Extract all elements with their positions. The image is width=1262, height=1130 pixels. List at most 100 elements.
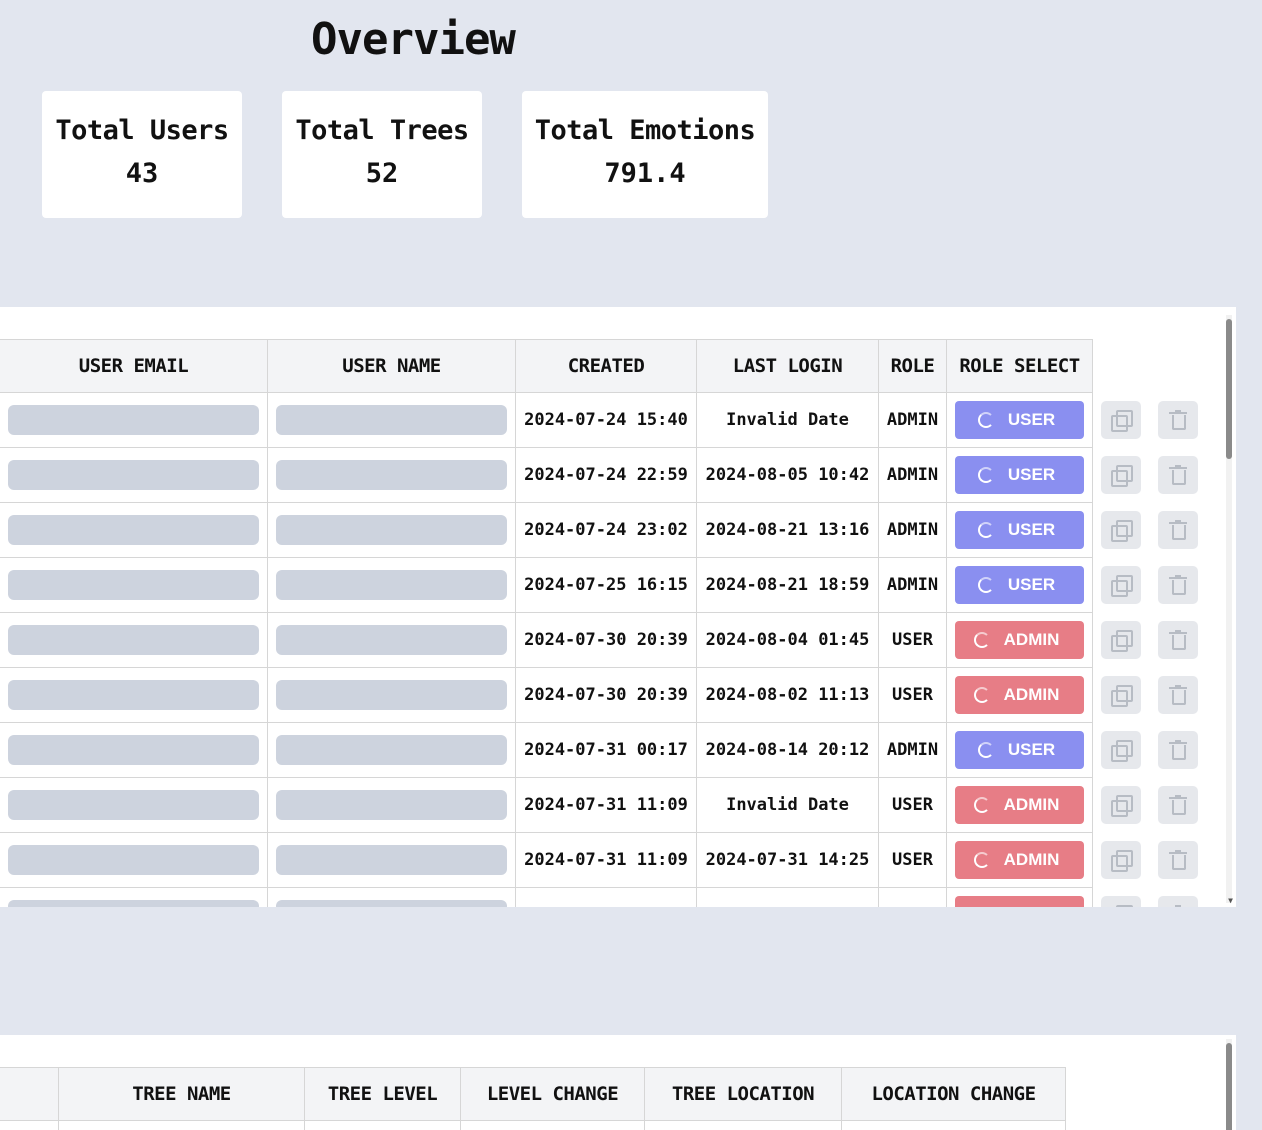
stat-value: 52 <box>365 158 399 189</box>
delete-button[interactable] <box>1157 621 1198 659</box>
column-tree-location[interactable]: TREE LOCATION <box>644 1067 842 1121</box>
user-name-cell <box>267 447 516 503</box>
role-select-button[interactable]: USER <box>955 456 1084 494</box>
redacted-email <box>8 515 259 545</box>
delete-button[interactable] <box>1157 786 1198 824</box>
delete-button[interactable] <box>1157 841 1198 879</box>
trash-icon <box>1168 795 1187 815</box>
column-created[interactable]: CREATED <box>515 339 697 393</box>
role-select-button[interactable] <box>955 896 1084 907</box>
copy-cell <box>1092 612 1150 668</box>
trees-scrollbar-thumb[interactable] <box>1226 1043 1232 1130</box>
user-email-cell <box>0 392 268 448</box>
role-cell: USER <box>878 777 947 833</box>
redacted-name <box>276 900 507 907</box>
column-role[interactable]: ROLE <box>878 339 947 393</box>
copy-icon <box>1111 905 1134 907</box>
column-actions-spacer <box>1149 339 1206 393</box>
copy-cell <box>1092 447 1150 503</box>
delete-cell <box>1149 722 1206 778</box>
created-cell: 2024-07-24 15:40 <box>515 392 697 448</box>
redacted-name <box>276 735 507 765</box>
created-cell: 2024-07-30 20:39 <box>515 612 697 668</box>
role-select-button[interactable]: USER <box>955 511 1084 549</box>
last-login-cell: 2024-08-04 01:45 <box>696 612 879 668</box>
user-email-cell <box>0 502 268 558</box>
copy-button[interactable] <box>1101 896 1142 907</box>
copy-button[interactable] <box>1101 786 1141 824</box>
table-cell <box>460 1120 645 1130</box>
users-table-panel: USER EMAIL USER NAME CREATED LAST LOGIN … <box>0 307 1236 907</box>
column-tree-name[interactable]: TREE NAME <box>58 1067 305 1121</box>
user-email-cell <box>0 887 268 907</box>
role-select-cell <box>946 887 1093 907</box>
last-login-cell: Invalid Date <box>696 777 879 833</box>
table-cell <box>841 1120 1066 1130</box>
delete-button[interactable] <box>1157 566 1198 604</box>
stat-card-total-emotions: Total Emotions 791.4 <box>522 91 768 218</box>
stat-value: 791.4 <box>604 158 686 189</box>
role-select-button[interactable]: ADMIN <box>955 786 1084 824</box>
column-level-change[interactable]: LEVEL CHANGE <box>460 1067 645 1121</box>
copy-button[interactable] <box>1101 401 1141 439</box>
refresh-icon <box>973 632 990 648</box>
last-login-cell <box>696 887 879 907</box>
role-select-button[interactable]: ADMIN <box>955 621 1084 659</box>
role-select-button[interactable]: ADMIN <box>955 676 1084 714</box>
copy-button[interactable] <box>1101 621 1141 659</box>
delete-cell <box>1149 667 1206 723</box>
user-email-cell <box>0 667 268 723</box>
redacted-name <box>276 845 507 875</box>
delete-button[interactable] <box>1157 456 1198 494</box>
column-select[interactable] <box>0 1067 59 1121</box>
delete-button[interactable] <box>1157 511 1198 549</box>
user-email-cell <box>0 777 268 833</box>
redacted-email <box>8 735 259 765</box>
role-select-cell: ADMIN <box>946 667 1093 723</box>
last-login-cell: 2024-08-21 13:16 <box>696 502 879 558</box>
role-cell <box>878 887 947 907</box>
delete-button[interactable] <box>1157 896 1198 907</box>
user-email-cell <box>0 447 268 503</box>
copy-button[interactable] <box>1101 841 1141 879</box>
copy-icon <box>1111 630 1133 652</box>
column-user-name[interactable]: USER NAME <box>267 339 516 393</box>
table-row: 2024-07-24 15:40 Invalid Date ADMIN USER <box>0 392 1206 448</box>
column-last-login[interactable]: LAST LOGIN <box>696 339 879 393</box>
delete-button[interactable] <box>1157 731 1198 769</box>
copy-button[interactable] <box>1101 456 1141 494</box>
copy-icon <box>1111 740 1133 762</box>
column-location-change[interactable]: LOCATION CHANGE <box>841 1067 1066 1121</box>
trash-icon <box>1168 740 1187 760</box>
role-select-button[interactable]: USER <box>955 731 1084 769</box>
role-select-button[interactable]: ADMIN <box>955 841 1084 879</box>
role-select-cell: USER <box>946 722 1093 778</box>
role-cell: USER <box>878 612 947 668</box>
column-user-email[interactable]: USER EMAIL <box>0 339 268 393</box>
delete-button[interactable] <box>1157 401 1198 439</box>
trash-icon <box>1168 850 1187 870</box>
user-name-cell <box>267 612 516 668</box>
table-cell <box>644 1120 842 1130</box>
copy-button[interactable] <box>1101 511 1141 549</box>
copy-cell <box>1092 887 1150 907</box>
copy-button[interactable] <box>1101 731 1141 769</box>
column-tree-level[interactable]: TREE LEVEL <box>304 1067 461 1121</box>
user-name-cell <box>267 887 516 907</box>
delete-cell <box>1149 392 1206 448</box>
role-select-cell: ADMIN <box>946 832 1093 888</box>
users-scrollbar-thumb[interactable] <box>1226 319 1232 459</box>
role-select-cell: USER <box>946 557 1093 613</box>
delete-button[interactable] <box>1157 676 1198 714</box>
column-role-select[interactable]: ROLE SELECT <box>946 339 1093 393</box>
table-row: 2024-07-30 20:39 2024-08-04 01:45 USER A… <box>0 612 1206 668</box>
table-cell <box>58 1120 305 1130</box>
refresh-icon <box>973 687 990 703</box>
copy-button[interactable] <box>1101 676 1141 714</box>
copy-button[interactable] <box>1101 566 1141 604</box>
scroll-down-arrow[interactable]: ▼ <box>1228 896 1233 905</box>
role-select-button[interactable]: USER <box>955 401 1084 439</box>
copy-cell <box>1092 722 1150 778</box>
role-select-button[interactable]: USER <box>955 566 1084 604</box>
redacted-name <box>276 515 507 545</box>
